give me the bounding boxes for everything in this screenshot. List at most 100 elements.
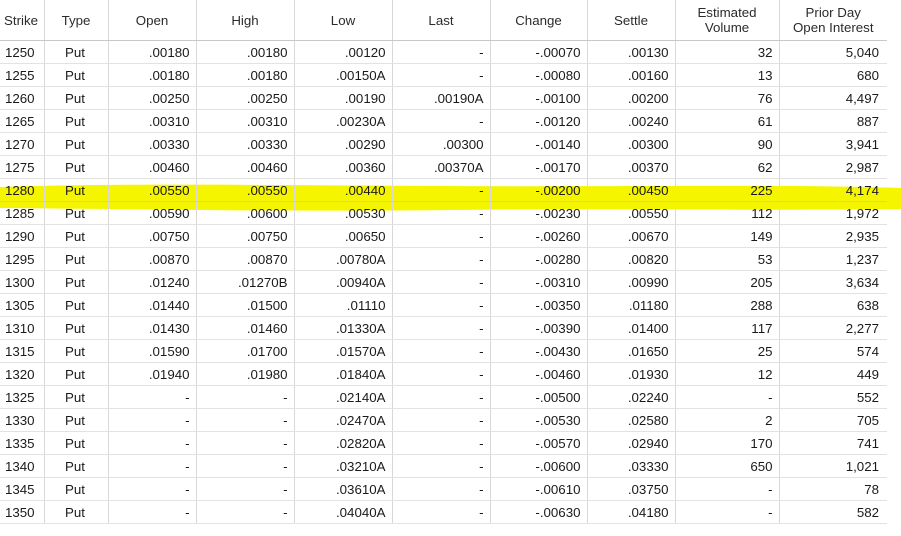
low-cell: .00120 — [294, 40, 393, 64]
settle-cell: .00990 — [587, 270, 676, 294]
table-row[interactable]: 1300 Put .01240.01270B .00940A - -.00310.0099… — [0, 270, 887, 294]
type-cell: Put — [44, 109, 109, 133]
strike-cell: 1250 — [0, 40, 45, 64]
column-header-strike[interactable]: Strike — [0, 0, 45, 41]
open-interest-cell: 887 — [779, 109, 887, 133]
table-row[interactable]: 1255 Put .00180.00180.00150A - -.00080.00160… — [0, 63, 887, 87]
volume-cell: 61 — [675, 109, 780, 133]
settle-cell: .00550 — [587, 201, 676, 225]
high-cell: .00180 — [196, 40, 295, 64]
settle-cell: .00200 — [587, 86, 676, 110]
last-cell: - — [392, 500, 491, 524]
high-cell: .00180 — [196, 63, 295, 87]
table-row[interactable]: 1315 Put .01590.01700.01570A - -.00430.01650… — [0, 339, 887, 363]
low-cell: .02470A — [294, 408, 393, 432]
high-cell: .00550 — [196, 178, 295, 202]
column-header-label: High — [231, 12, 259, 28]
table-row[interactable]: 1320 Put .01940.01980.01840A - -.00460.01930… — [0, 362, 887, 386]
low-cell: .04040A — [294, 500, 393, 524]
column-header-type[interactable]: Type — [44, 0, 109, 41]
type-cell: Put — [44, 431, 109, 455]
open-cell: - — [108, 408, 197, 432]
table-row[interactable]: 1275 Put .00460.00460.00360.00370A -.00170.… — [0, 155, 887, 179]
table-row[interactable]: 1270 Put .00330.00330.00290.00300 -.00140.0… — [0, 132, 887, 156]
strike-cell: 1265 — [0, 109, 45, 133]
table-row[interactable]: 1295 Put .00870.00870.00780A - -.00280.00820… — [0, 247, 887, 271]
high-cell: - — [196, 385, 295, 409]
column-header-label: Settle — [613, 12, 648, 28]
last-cell: - — [392, 293, 491, 317]
settle-cell: .02240 — [587, 385, 676, 409]
table-row[interactable]: 1350 Put - - .04040A - -.00630.04180-582 — [0, 500, 887, 524]
open-interest-cell: 680 — [779, 63, 887, 87]
open-interest-cell: 552 — [779, 385, 887, 409]
table-row[interactable]: 1290 Put .00750.00750.00650- -.00260.00670 1… — [0, 224, 887, 248]
change-cell: -.00610 — [490, 477, 588, 501]
high-cell: .01460 — [196, 316, 295, 340]
open-interest-cell: 741 — [779, 431, 887, 455]
settle-cell: .02940 — [587, 431, 676, 455]
open-interest-cell: 449 — [779, 362, 887, 386]
strike-cell: 1350 — [0, 500, 45, 524]
column-header-change[interactable]: Change — [490, 0, 588, 41]
low-cell: .01570A — [294, 339, 393, 363]
type-cell: Put — [44, 178, 109, 202]
type-cell: Put — [44, 454, 109, 478]
open-cell: .01430 — [108, 316, 197, 340]
low-cell: .01330A — [294, 316, 393, 340]
open-interest-cell: 2,987 — [779, 155, 887, 179]
low-cell: .00650 — [294, 224, 393, 248]
open-interest-cell: 582 — [779, 500, 887, 524]
table-row[interactable]: 1330 Put - - .02470A - -.00530.02580 2 705 — [0, 408, 887, 432]
type-cell: Put — [44, 270, 109, 294]
change-cell: -.00530 — [490, 408, 588, 432]
column-header-label: Last — [428, 12, 454, 28]
table-row[interactable]: 1265 Put .00310.00310.00230A - -.00120.00240… — [0, 109, 887, 133]
column-header-estimated-volume[interactable]: Estimated Volume — [675, 0, 780, 41]
table-row[interactable]: 1345 Put - - .03610A - -.00610.03750-78 — [0, 477, 887, 501]
column-header-prior-day-open-interest[interactable]: Prior Day Open Interest — [779, 0, 887, 41]
change-cell: -.00310 — [490, 270, 588, 294]
open-interest-cell: 2,277 — [779, 316, 887, 340]
settle-cell: .00130 — [587, 40, 676, 64]
high-cell: .00250 — [196, 86, 295, 110]
change-cell: -.00600 — [490, 454, 588, 478]
low-cell: .00530 — [294, 201, 393, 225]
low-cell: .01840A — [294, 362, 393, 386]
table-row[interactable]: 1325 Put - - .02140A - -.00500.02240-552 — [0, 385, 887, 409]
table-row[interactable]: 1310 Put .01430.01460.01330A - -.00390.01400… — [0, 316, 887, 340]
volume-cell: 76 — [675, 86, 780, 110]
high-cell: .00870 — [196, 247, 295, 271]
column-header-settle[interactable]: Settle — [587, 0, 676, 41]
low-cell: .00780A — [294, 247, 393, 271]
table-row-highlighted[interactable]: 1280 Put .00550.00550.00440- -.00200.00450 2… — [0, 178, 887, 202]
column-header-low[interactable]: Low — [294, 0, 393, 41]
column-header-last[interactable]: Last — [392, 0, 491, 41]
open-interest-cell: 78 — [779, 477, 887, 501]
table-row[interactable]: 1260 Put .00250.00250.00190.00190A -.00100.… — [0, 86, 887, 110]
column-header-high[interactable]: High — [196, 0, 295, 41]
open-cell: .00590 — [108, 201, 197, 225]
low-cell: .00230A — [294, 109, 393, 133]
table-row[interactable]: 1250 Put .00180.00180.00120- -.00070.00130 3… — [0, 40, 887, 64]
last-cell: - — [392, 270, 491, 294]
table-header: Strike Type Open High Low Last Change Settle Est… — [0, 0, 887, 41]
change-cell: -.00280 — [490, 247, 588, 271]
strike-cell: 1320 — [0, 362, 45, 386]
change-cell: -.00170 — [490, 155, 588, 179]
table-row[interactable]: 1340 Put - - .03210A - -.00600.03330 650 1,021 — [0, 454, 887, 478]
high-cell: .00460 — [196, 155, 295, 179]
table-row[interactable]: 1305 Put .01440.01500.01110- -.00350.01180 2… — [0, 293, 887, 317]
last-cell: - — [392, 408, 491, 432]
open-cell: .00460 — [108, 155, 197, 179]
volume-cell: 32 — [675, 40, 780, 64]
last-cell: - — [392, 431, 491, 455]
last-cell: - — [392, 385, 491, 409]
column-header-label: Low — [330, 12, 356, 28]
low-cell: .00290 — [294, 132, 393, 156]
column-header-open[interactable]: Open — [108, 0, 197, 41]
open-cell: .00750 — [108, 224, 197, 248]
change-cell: -.00230 — [490, 201, 588, 225]
table-row[interactable]: 1335 Put - - .02820A - -.00570.02940 170 741 — [0, 431, 887, 455]
table-row[interactable]: 1285 Put .00590.00600.00530- -.00230.00550 1… — [0, 201, 887, 225]
